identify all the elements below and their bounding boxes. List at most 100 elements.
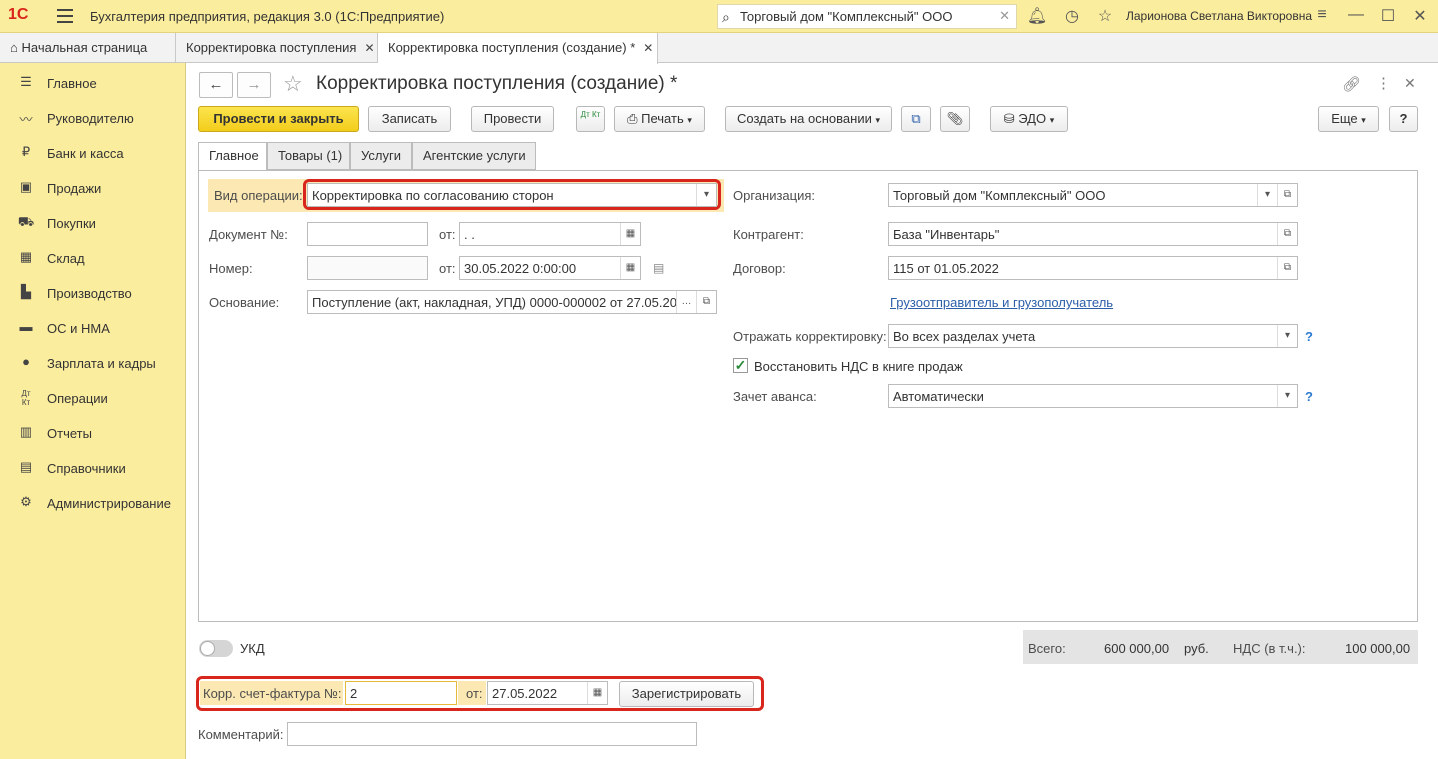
sidebar-item-purchases[interactable]: ⛟ Покупки — [0, 205, 186, 240]
sidebar-item-operations[interactable]: Дт Кт Операции — [0, 380, 186, 415]
create-based-on-button[interactable]: Создать на основании ▾ — [725, 106, 892, 132]
back-button[interactable]: ← — [199, 72, 233, 98]
search-input[interactable]: ⌕ Торговый дом "Комплексный" ООО ✕ — [717, 4, 1017, 29]
settings-menu-icon[interactable]: ≡ — [1311, 6, 1333, 24]
main-menu-icon[interactable] — [57, 9, 73, 23]
vat-restore-checkbox[interactable]: ✓ — [733, 358, 748, 373]
calendar-icon[interactable]: ▦ — [587, 682, 607, 704]
org-select[interactable]: Торговый дом "Комплексный" ООО ▾ ⧉ — [888, 183, 1298, 207]
tab-goods[interactable]: Товары (1) — [267, 142, 350, 170]
sidebar-item-sales[interactable]: ▣ Продажи — [0, 170, 186, 205]
sidebar-item-label: Отчеты — [47, 426, 92, 441]
dtkt-icon: Дт Кт — [580, 110, 601, 119]
chevron-down-icon[interactable]: ▾ — [1277, 385, 1297, 407]
maximize-icon[interactable]: ☐ — [1377, 6, 1399, 26]
counterparty-label: Контрагент: — [733, 227, 804, 242]
advance-select[interactable]: Автоматически ▾ — [888, 384, 1298, 408]
doc-no-input[interactable] — [307, 222, 428, 246]
op-type-select[interactable]: Корректировка по согласованию сторон ▾ — [307, 183, 717, 207]
tab-agent-services[interactable]: Агентские услуги — [412, 142, 536, 170]
more-button[interactable]: Еще ▾ — [1318, 106, 1379, 132]
close-tab-icon[interactable]: ✕ — [364, 41, 374, 55]
user-name[interactable]: Ларионова Светлана Викторовна — [1126, 9, 1312, 23]
tab-label: Начальная страница — [21, 40, 148, 55]
app-title: Бухгалтерия предприятия, редакция 3.0 (1… — [90, 9, 445, 24]
close-window-icon[interactable]: ✕ — [1409, 6, 1431, 26]
close-form-icon[interactable]: ✕ — [1404, 75, 1416, 92]
edo-button[interactable]: ⛁ ЭДО ▾ — [990, 106, 1068, 132]
clear-icon[interactable]: ✕ — [999, 8, 1010, 24]
cart-icon: ⛟ — [17, 214, 35, 229]
bell-icon[interactable]: 🔔︎ — [1026, 6, 1048, 26]
sidebar-item-main[interactable]: ☰ Главное — [0, 65, 186, 100]
post-button[interactable]: Провести — [471, 106, 554, 132]
attachment-icon[interactable]: 📎︎ — [940, 106, 970, 132]
chart-icon: ▥ — [19, 424, 33, 439]
tab-main[interactable]: Главное — [198, 142, 267, 171]
sidebar-item-catalogs[interactable]: ▤ Справочники — [0, 450, 186, 485]
close-tab-icon[interactable]: ✕ — [643, 41, 653, 55]
comment-input[interactable] — [287, 722, 697, 746]
printer-icon: ⎙ — [627, 111, 638, 126]
sidebar-item-salary[interactable]: ● Зарплата и кадры — [0, 345, 186, 380]
gear-icon: ⚙ — [20, 494, 32, 509]
basis-input[interactable]: Поступление (акт, накладная, УПД) 0000-0… — [307, 290, 717, 314]
contract-input[interactable]: 115 от 01.05.2022 ⧉ — [888, 256, 1298, 280]
number-date-input[interactable]: 30.05.2022 0:00:00 ▦ — [459, 256, 641, 280]
doc-date-input[interactable]: . . ▦ — [459, 222, 641, 246]
dtkt-button[interactable]: Дт Кт — [576, 106, 605, 132]
tab-services[interactable]: Услуги — [350, 142, 412, 170]
structure-icon[interactable]: ⧉ — [901, 106, 931, 132]
invoice-date-input[interactable]: 27.05.2022 ▦ — [487, 681, 608, 705]
chevron-down-icon[interactable]: ▾ — [696, 184, 716, 206]
open-icon[interactable]: ⧉ — [1277, 184, 1297, 206]
sidebar-item-bank[interactable]: ₽ Банк и касса — [0, 135, 186, 170]
open-icon[interactable]: ⧉ — [696, 291, 716, 313]
reflect-label: Отражать корректировку: — [733, 329, 887, 344]
sidebar-item-production[interactable]: ▙ Производство — [0, 275, 186, 310]
sidebar-item-label: Банк и касса — [47, 146, 124, 161]
chevron-down-icon[interactable]: ▾ — [1257, 184, 1277, 206]
ukd-toggle[interactable] — [199, 640, 233, 657]
minimize-icon[interactable]: — — [1345, 6, 1367, 24]
number-input[interactable] — [307, 256, 428, 280]
counterparty-input[interactable]: База "Инвентарь" ⧉ — [888, 222, 1298, 246]
link-icon[interactable]: 🔗︎ — [1342, 75, 1361, 93]
register-button[interactable]: Зарегистрировать — [619, 681, 754, 707]
help-icon[interactable]: ? — [1305, 329, 1313, 344]
vat-value: 100 000,00 — [1345, 641, 1411, 656]
list-icon[interactable]: ▤ — [653, 261, 664, 275]
calendar-icon[interactable]: ▦ — [620, 257, 640, 279]
forward-button[interactable]: → — [237, 72, 271, 98]
basis-label: Основание: — [209, 295, 280, 310]
post-and-close-button[interactable]: Провести и закрыть — [198, 106, 359, 132]
star-icon[interactable]: ☆ — [1094, 6, 1116, 26]
sidebar-item-warehouse[interactable]: ▦ Склад — [0, 240, 186, 275]
reflect-select[interactable]: Во всех разделах учета ▾ — [888, 324, 1298, 348]
sidebar-item-label: Покупки — [47, 216, 96, 231]
sidebar-item-fixed-assets[interactable]: ▬ ОС и НМА — [0, 310, 186, 345]
help-icon[interactable]: ? — [1305, 389, 1313, 404]
chevron-down-icon[interactable]: ▾ — [1277, 325, 1297, 347]
shipper-link[interactable]: Грузоотправитель и грузополучатель — [890, 295, 1113, 310]
sidebar-item-admin[interactable]: ⚙ Администрирование — [0, 485, 186, 520]
tab-correction[interactable]: Корректировка поступления ✕ — [176, 33, 378, 63]
dtkt-icon: Дт Кт — [21, 389, 31, 407]
bag-icon: ▣ — [19, 179, 33, 194]
tab-correction-new[interactable]: Корректировка поступления (создание) * ✕ — [378, 33, 658, 64]
doc-date-label: от: — [439, 227, 456, 242]
invoice-no-input[interactable]: 2 — [345, 681, 457, 705]
open-icon[interactable]: ⧉ — [1277, 257, 1297, 279]
sidebar-item-reports[interactable]: ▥ Отчеты — [0, 415, 186, 450]
ellipsis-icon[interactable]: … — [676, 291, 696, 313]
print-button[interactable]: ⎙ Печать ▾ — [614, 106, 705, 132]
calendar-icon[interactable]: ▦ — [620, 223, 640, 245]
tab-home[interactable]: ⌂ Начальная страница — [0, 33, 176, 63]
favorite-star-icon[interactable]: ☆ — [283, 71, 303, 97]
save-button[interactable]: Записать — [368, 106, 451, 132]
help-button[interactable]: ? — [1389, 106, 1418, 132]
sidebar-item-manager[interactable]: 〰 Руководителю — [0, 100, 186, 135]
history-icon[interactable]: ◷ — [1061, 6, 1083, 26]
open-icon[interactable]: ⧉ — [1277, 223, 1297, 245]
more-actions-icon[interactable]: ⋮ — [1376, 74, 1391, 92]
